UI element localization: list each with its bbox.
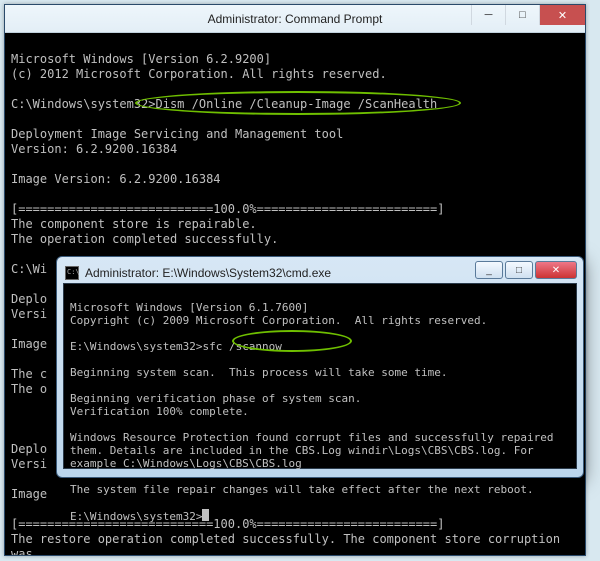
line: (c) 2012 Microsoft Corporation. All righ… [11, 67, 387, 81]
window-title: Administrator: E:\Windows\System32\cmd.e… [85, 266, 331, 280]
close-button[interactable]: ✕ [539, 5, 585, 25]
line: The component store is repairable. [11, 217, 257, 231]
window-controls: ─ □ ✕ [471, 5, 585, 25]
line: Versi [11, 457, 47, 471]
cmd-icon [65, 266, 79, 280]
command-dism: Dism /Online /Cleanup-Image /ScanHealth [156, 97, 438, 111]
line: The operation completed successfully. [11, 232, 278, 246]
progress-bar: [===========================100.0%======… [11, 202, 444, 216]
prompt: E:\Windows\system32> [70, 510, 202, 523]
command-sfc: sfc /scannow [202, 340, 281, 353]
line: example C:\Windows\Logs\CBS\CBS.log [70, 457, 302, 470]
line: Microsoft Windows [Version 6.2.9200] [11, 52, 271, 66]
line: The o [11, 382, 47, 396]
line: Image [11, 487, 47, 501]
cursor-icon [202, 509, 209, 521]
close-button[interactable]: ✕ [535, 261, 577, 279]
minimize-button[interactable]: ─ [471, 5, 505, 25]
line: Deplo [11, 442, 47, 456]
line: Deplo [11, 292, 47, 306]
line: The system file repair changes will take… [70, 483, 534, 496]
maximize-button[interactable]: □ [505, 261, 533, 279]
line: Deployment Image Servicing and Managemen… [11, 127, 343, 141]
line: Microsoft Windows [Version 6.1.7600] [70, 301, 308, 314]
minimize-button[interactable]: _ [475, 261, 503, 279]
line: Versi [11, 307, 47, 321]
line: them. Details are included in the CBS.Lo… [70, 444, 534, 457]
prompt: E:\Windows\system32> [70, 340, 202, 353]
line: Windows Resource Protection found corrup… [70, 431, 553, 444]
maximize-button[interactable]: □ [505, 5, 539, 25]
line: Beginning system scan. This process will… [70, 366, 448, 379]
window-controls: _ □ ✕ [473, 261, 577, 279]
line: Verification 100% complete. [70, 405, 249, 418]
prompt: C:\Windows\system32> [11, 97, 156, 111]
line: Image [11, 337, 47, 351]
line: Copyright (c) 2009 Microsoft Corporation… [70, 314, 487, 327]
line: C:\Wi [11, 262, 47, 276]
line: The c [11, 367, 47, 381]
line: Beginning verification phase of system s… [70, 392, 361, 405]
line: Image Version: 6.2.9200.16384 [11, 172, 221, 186]
line: Version: 6.2.9200.16384 [11, 142, 177, 156]
window-cmd-win7: Administrator: E:\Windows\System32\cmd.e… [56, 256, 584, 478]
titlebar-win8[interactable]: Administrator: Command Prompt ─ □ ✕ [5, 5, 585, 33]
titlebar-win7[interactable]: Administrator: E:\Windows\System32\cmd.e… [63, 263, 577, 283]
terminal-output-win7[interactable]: Microsoft Windows [Version 6.1.7600] Cop… [64, 284, 576, 540]
